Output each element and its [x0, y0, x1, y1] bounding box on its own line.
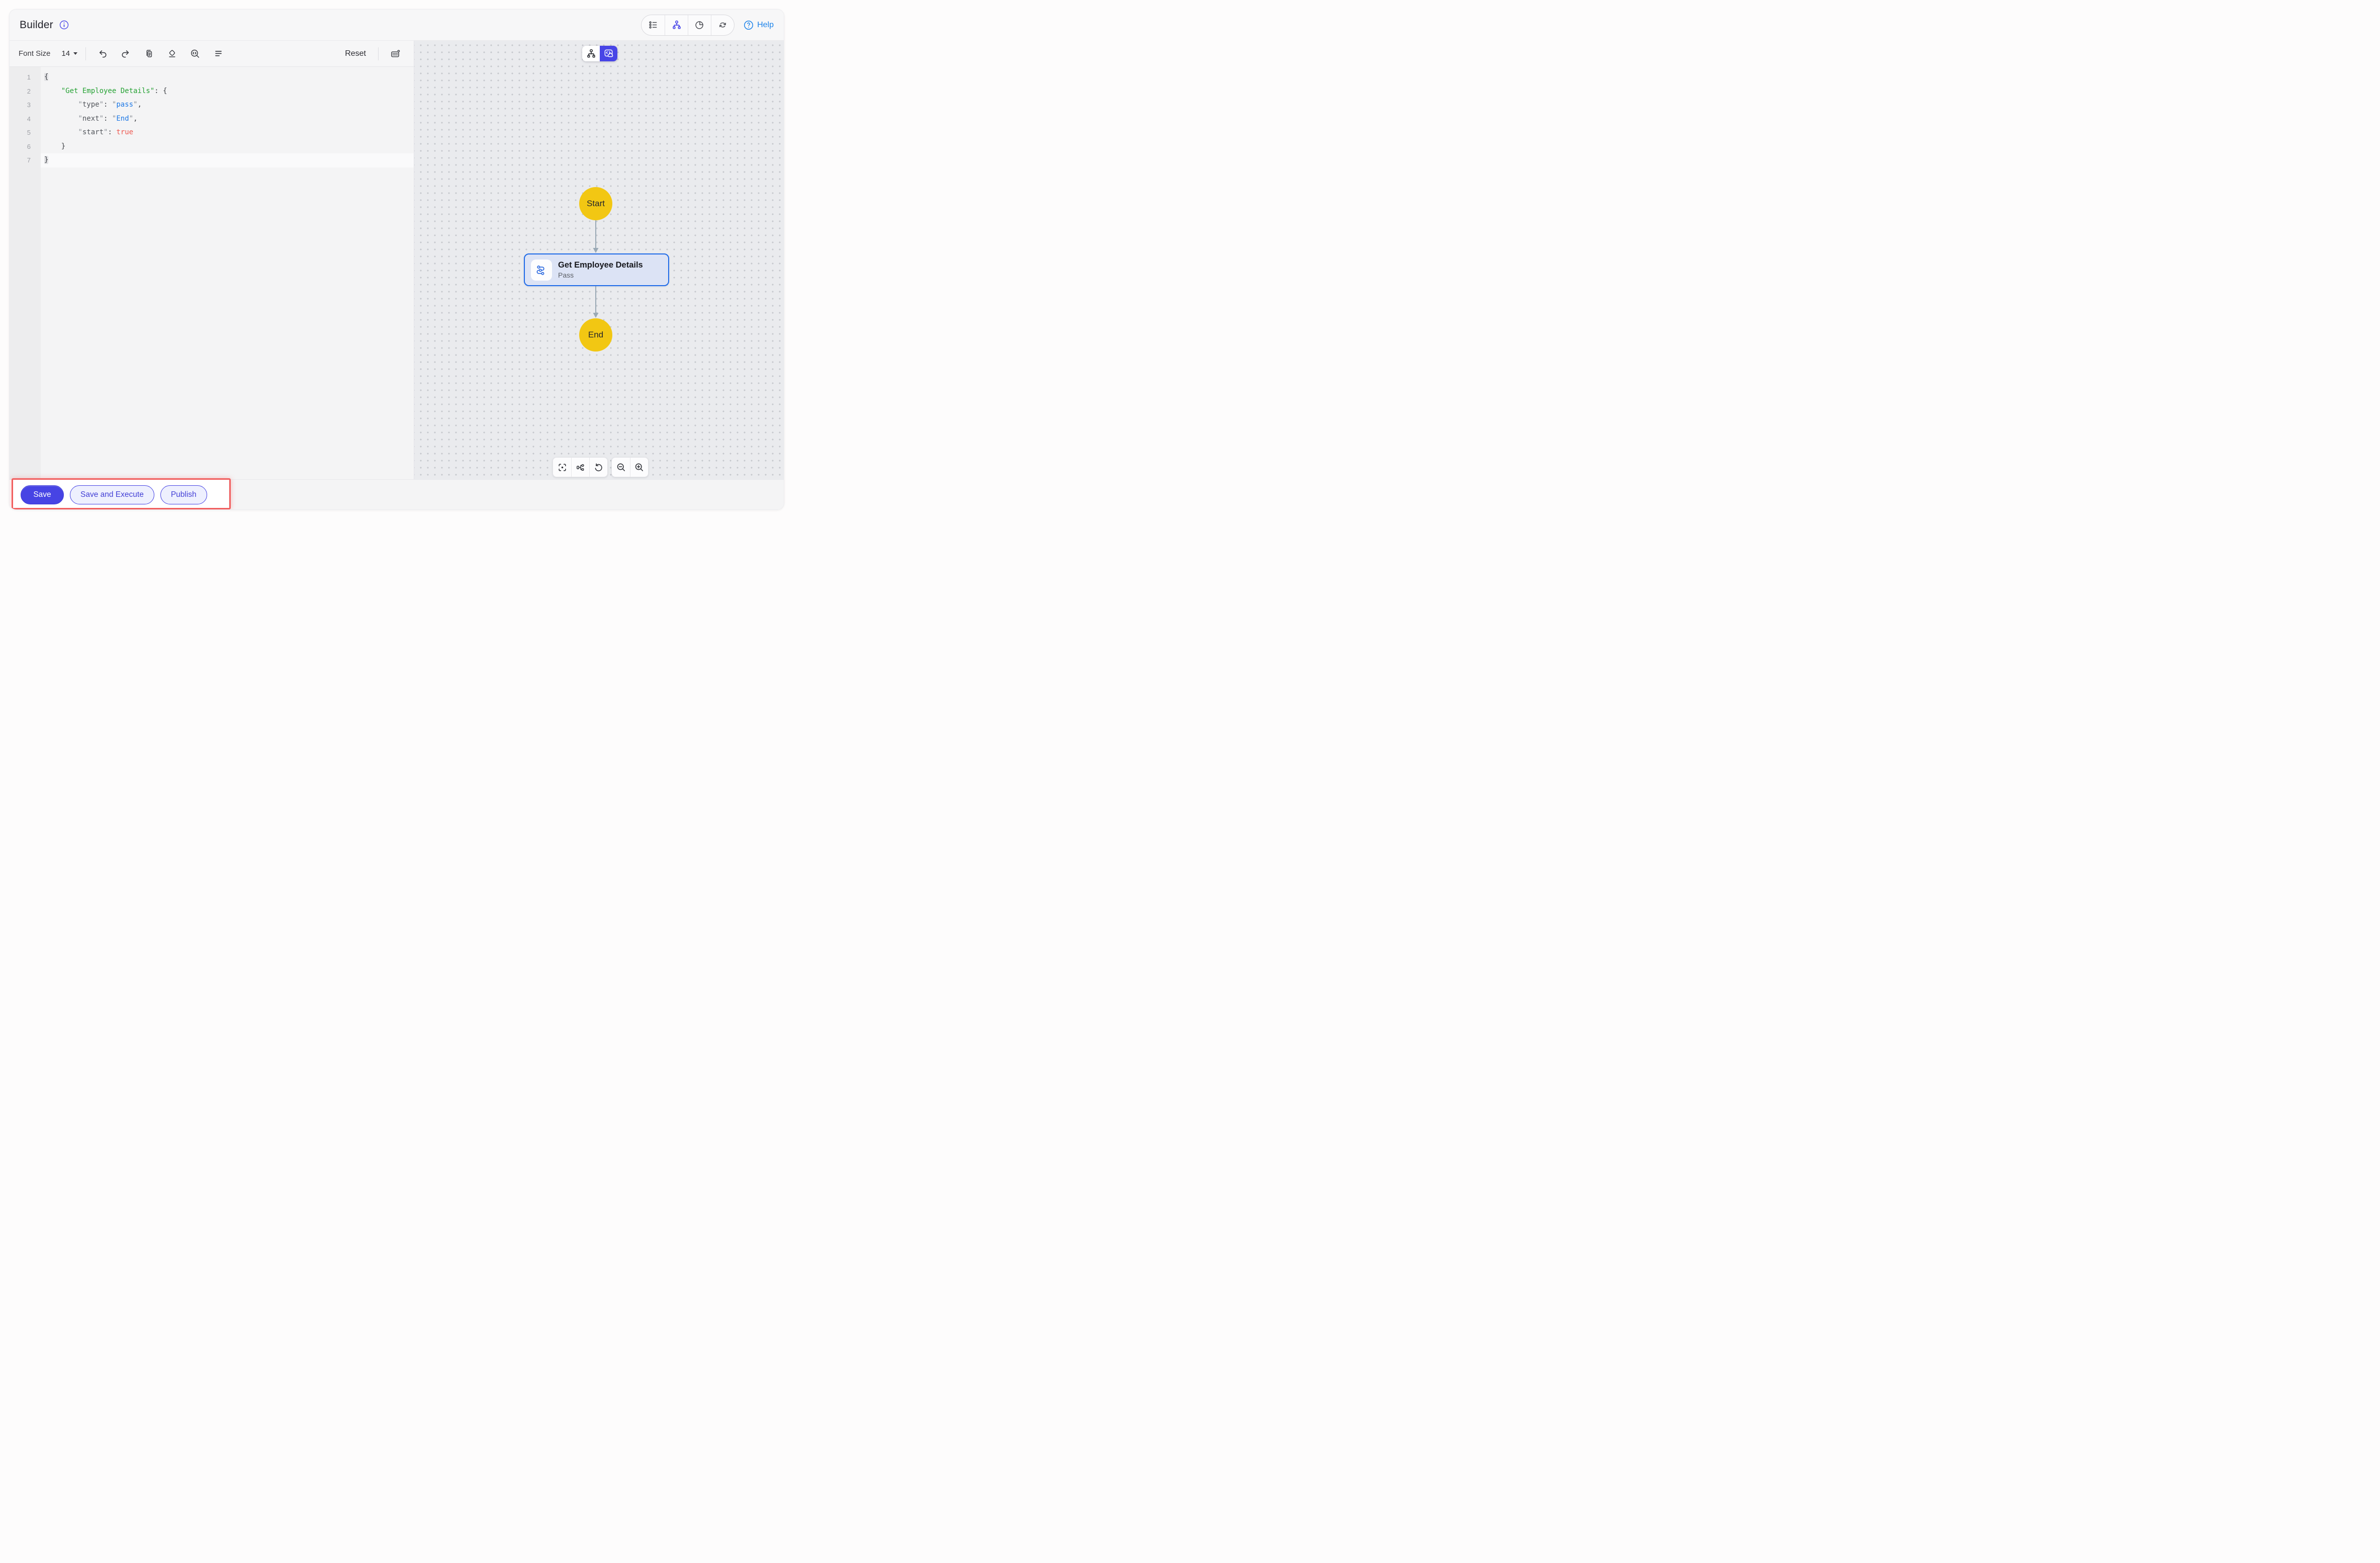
line-number: 7 [27, 156, 31, 164]
code-view-button[interactable] [600, 46, 617, 61]
save-button[interactable]: Save [21, 485, 64, 504]
task-node-get-employee-details[interactable]: Get Employee Details Pass [524, 253, 669, 286]
footer-bar: Save Save and Execute Publish [10, 478, 784, 509]
code-line[interactable]: "type": "pass", [44, 98, 414, 112]
code-line[interactable]: "start": true [44, 126, 414, 140]
line-number: 5 [27, 129, 31, 136]
editor-toolbar: Font Size 14 Reset [10, 41, 414, 67]
info-icon[interactable] [59, 20, 69, 30]
view-switcher [641, 14, 735, 36]
auto-layout-icon [577, 464, 584, 471]
save-and-execute-button[interactable]: Save and Execute [70, 485, 154, 504]
pie-chart-icon[interactable] [688, 15, 711, 35]
main-area: Font Size 14 Reset 1 2 3 4 5 6 7 {"Get … [10, 41, 784, 479]
task-icon-box [531, 259, 552, 281]
flow-canvas[interactable]: Start Get Employee Details Pass End [414, 41, 784, 479]
task-node-texts: Get Employee Details Pass [558, 260, 643, 279]
editor-pane: Font Size 14 Reset 1 2 3 4 5 6 7 {"Get … [10, 41, 414, 479]
copy-button[interactable] [140, 45, 157, 62]
help-label: Help [757, 20, 774, 29]
zoom-in-button[interactable] [630, 458, 648, 477]
reset-button[interactable]: Reset [341, 47, 370, 60]
code-line[interactable]: } [41, 153, 414, 167]
keyboard-icon [391, 50, 400, 57]
fit-view-icon [558, 463, 566, 471]
help-button[interactable]: Help [744, 20, 774, 30]
refresh-icon[interactable] [711, 15, 734, 35]
eraser-button[interactable] [163, 45, 180, 62]
list-view-icon[interactable] [642, 15, 665, 35]
line-number: 6 [27, 142, 31, 150]
pass-state-icon [536, 265, 544, 275]
code-search-icon [191, 49, 200, 58]
zoom-out-button[interactable] [612, 458, 630, 477]
code-line[interactable]: "next": "End", [44, 112, 414, 126]
chevron-down-icon [73, 52, 78, 55]
canvas-controls-zoom [611, 457, 649, 477]
code-line[interactable]: "Get Employee Details": { [44, 84, 414, 99]
reset-view-icon [595, 463, 602, 471]
start-node[interactable]: Start [579, 187, 612, 220]
eraser-icon [168, 50, 175, 57]
canvas-mode-toggle [582, 46, 617, 61]
editor-gutter: 1 2 3 4 5 6 7 [10, 67, 41, 479]
code-search-button[interactable] [187, 45, 204, 62]
code-line[interactable]: } [44, 140, 414, 154]
canvas-controls-main [553, 457, 608, 477]
page-title: Builder [20, 19, 53, 31]
connector-task-to-end [593, 286, 599, 318]
redo-button[interactable] [117, 45, 134, 62]
font-size-dropdown[interactable]: 14 [61, 49, 78, 58]
task-node-subtitle: Pass [558, 271, 574, 279]
zoom-out-icon [617, 463, 625, 471]
end-node-label: End [588, 330, 604, 339]
fit-view-button[interactable] [553, 458, 571, 477]
code-lines[interactable]: { "Get Employee Details": { "type": "pas… [41, 67, 414, 479]
redo-icon [122, 50, 129, 57]
task-node-title: Get Employee Details [558, 260, 643, 270]
help-icon [744, 20, 754, 30]
flow-view-icon[interactable] [665, 15, 688, 35]
connector-start-to-task [593, 220, 599, 253]
tree-view-icon [587, 49, 595, 58]
builder-window: Builder Help Font Size 14 Reset 1 2 3 4 … [9, 9, 784, 510]
font-size-value: 14 [61, 49, 70, 58]
start-node-label: Start [587, 199, 605, 208]
header-bar: Builder Help [10, 10, 784, 41]
end-node[interactable]: End [579, 318, 612, 352]
keyboard-shortcuts-button[interactable] [387, 45, 404, 62]
tree-view-button[interactable] [582, 46, 600, 61]
copy-icon [146, 50, 152, 57]
font-size-label: Font Size [19, 49, 51, 58]
publish-button[interactable]: Publish [160, 485, 207, 504]
action-panel: Save Save and Execute Publish [10, 480, 229, 509]
auto-layout-button[interactable] [571, 458, 589, 477]
code-line[interactable]: { [44, 70, 414, 84]
undo-icon [99, 50, 107, 57]
reset-view-button[interactable] [589, 458, 607, 477]
header-actions: Help [641, 14, 774, 36]
line-number: 3 [27, 101, 31, 109]
line-number: 4 [27, 115, 31, 123]
format-button[interactable] [210, 45, 227, 62]
toolbar-divider [85, 47, 86, 60]
line-number: 2 [27, 87, 31, 95]
undo-button[interactable] [94, 45, 111, 62]
toolbar-divider [378, 47, 379, 60]
code-editor[interactable]: 1 2 3 4 5 6 7 { "Get Employee Details": { "typ… [10, 67, 414, 479]
code-view-icon [604, 49, 613, 57]
line-number: 1 [27, 73, 31, 81]
zoom-in-icon [635, 463, 644, 471]
format-icon [215, 51, 222, 56]
